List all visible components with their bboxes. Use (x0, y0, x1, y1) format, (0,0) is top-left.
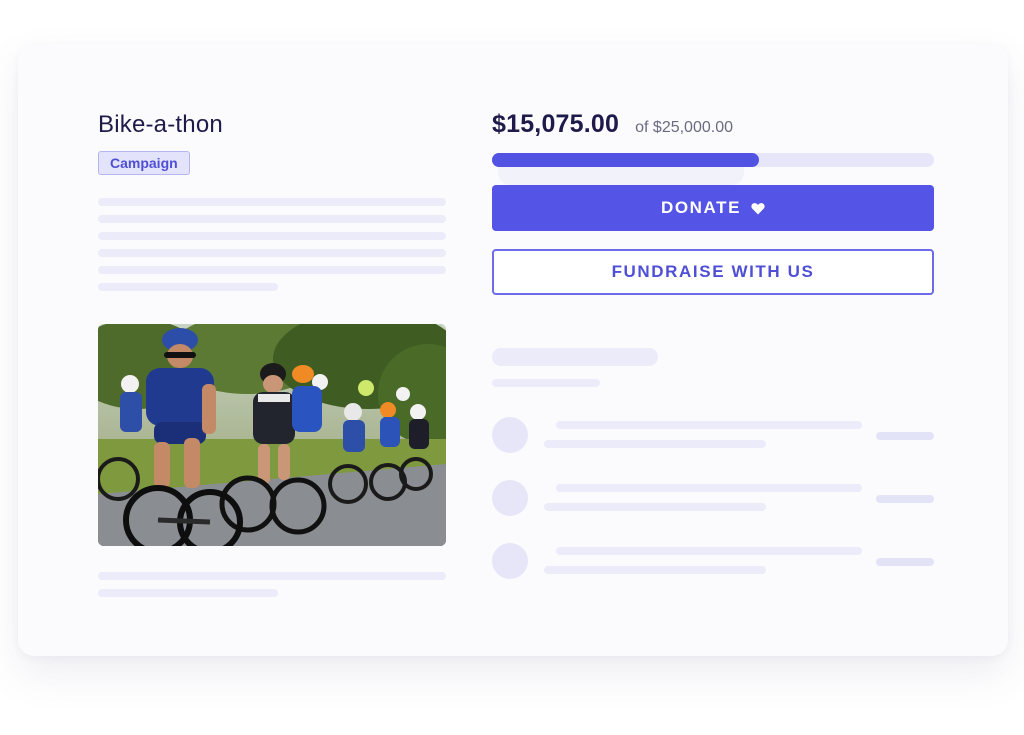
description-placeholder (98, 198, 446, 291)
progress-shadow (498, 167, 744, 185)
donor-name-placeholder (556, 547, 862, 555)
description-line (98, 215, 446, 223)
campaign-badge: Campaign (98, 151, 190, 175)
donors-subheading-placeholder (492, 379, 600, 387)
campaign-photo (98, 324, 446, 546)
amount-row: $15,075.00 of $25,000.00 (492, 110, 934, 139)
donors-heading-placeholder (492, 348, 658, 366)
heart-icon (751, 202, 765, 215)
avatar (492, 480, 528, 516)
caption-line (98, 572, 446, 580)
donate-label: DONATE (660, 198, 742, 217)
donor-name-placeholder (556, 484, 862, 492)
donor-row (492, 543, 934, 606)
caption-line (98, 589, 278, 597)
description-line (98, 232, 446, 240)
campaign-title: Bike-a-thon (98, 111, 223, 138)
amount-raised: $15,075.00 (492, 110, 620, 138)
fundraise-label: FUNDRAISE WITH US (611, 262, 815, 281)
donor-row (492, 480, 934, 543)
description-line (98, 249, 446, 257)
avatar (492, 417, 528, 453)
donor-amount-placeholder (876, 432, 934, 440)
caption-placeholder (98, 572, 446, 606)
donor-detail-placeholder (544, 566, 766, 574)
description-line (98, 198, 446, 206)
campaign-info: Bike-a-thon Campaign (98, 110, 446, 300)
goal-amount: of $25,000.00 (635, 119, 733, 136)
campaign-card: Bike-a-thon Campaign $15,075.00 of $25,0… (18, 44, 1008, 656)
donation-panel: $15,075.00 of $25,000.00 DONATE FUNDRAIS… (492, 110, 934, 295)
donate-button[interactable]: DONATE (492, 185, 934, 231)
progress-fill (492, 153, 759, 167)
donor-amount-placeholder (876, 558, 934, 566)
donor-name-placeholder (556, 421, 862, 429)
donor-detail-placeholder (544, 440, 766, 448)
donor-detail-placeholder (544, 503, 766, 511)
description-line (98, 266, 446, 274)
progress-bar (492, 153, 934, 187)
donor-row (492, 417, 934, 480)
fundraise-button[interactable]: FUNDRAISE WITH US (492, 249, 934, 295)
donor-list (492, 417, 934, 606)
donor-amount-placeholder (876, 495, 934, 503)
description-line (98, 283, 278, 291)
avatar (492, 543, 528, 579)
donor-list-placeholder (492, 348, 934, 606)
